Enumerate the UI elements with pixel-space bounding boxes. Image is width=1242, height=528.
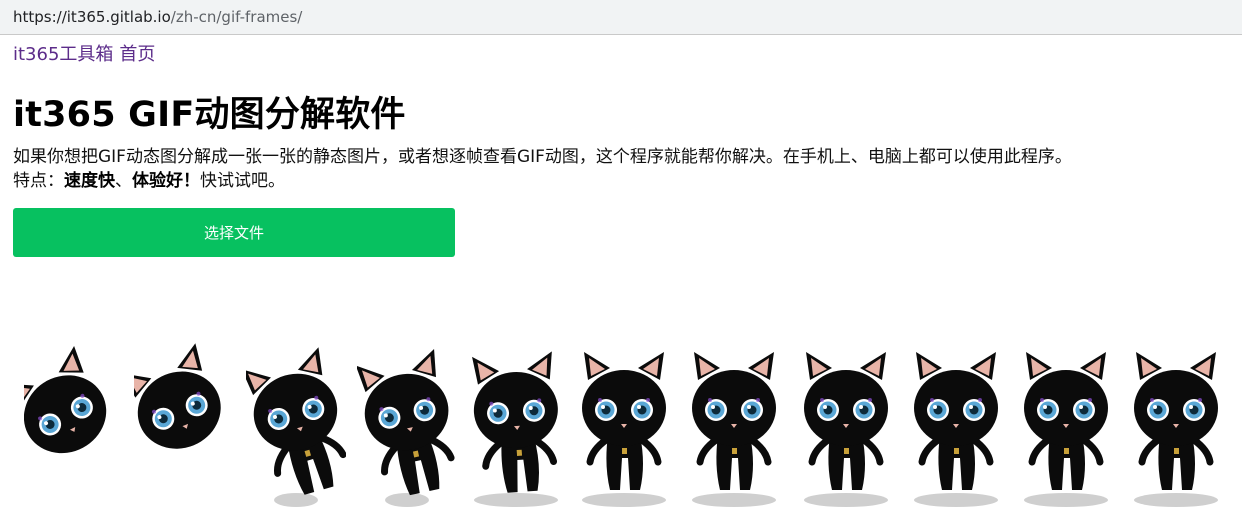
choose-file-button[interactable]: 选择文件 [13, 208, 455, 257]
browser-address-bar[interactable]: https://it365.gitlab.io/zh-cn/gif-frames… [0, 0, 1242, 35]
black-cat-frame [684, 340, 784, 528]
black-cat-frame [906, 340, 1006, 528]
feature-ux: 体验好 [132, 171, 183, 191]
feature-separator: 、 [115, 171, 132, 191]
black-cat-frame [357, 340, 457, 528]
url-text[interactable]: https://it365.gitlab.io/zh-cn/gif-frames… [13, 7, 302, 27]
features-line: 特点：速度快、体验好！快试试吧。 [13, 170, 285, 192]
url-path: /zh-cn/gif-frames/ [170, 8, 303, 26]
black-cat-frame [24, 340, 124, 528]
site-link[interactable]: it365工具箱 [13, 44, 113, 65]
gif-frames-strip [0, 340, 1242, 528]
black-cat-frame [246, 340, 346, 528]
feature-exclaim: ！ [183, 171, 200, 191]
features-suffix: 快试试吧。 [200, 171, 285, 191]
url-host: https://it365.gitlab.io [13, 8, 171, 26]
black-cat-frame [466, 340, 566, 528]
breadcrumb: it365工具箱 首页 [13, 44, 155, 66]
home-link[interactable]: 首页 [119, 44, 155, 65]
page-title: it365 GIF动图分解软件 [13, 95, 406, 135]
black-cat-frame [796, 340, 896, 528]
black-cat-frame [134, 340, 234, 528]
black-cat-frame [574, 340, 674, 528]
black-cat-frame [1016, 340, 1116, 528]
black-cat-frame [1126, 340, 1226, 528]
page-description: 如果你想把GIF动态图分解成一张一张的静态图片，或者想逐帧查看GIF动图，这个程… [13, 147, 1072, 167]
features-prefix: 特点： [13, 171, 64, 191]
feature-speed: 速度快 [64, 171, 115, 191]
